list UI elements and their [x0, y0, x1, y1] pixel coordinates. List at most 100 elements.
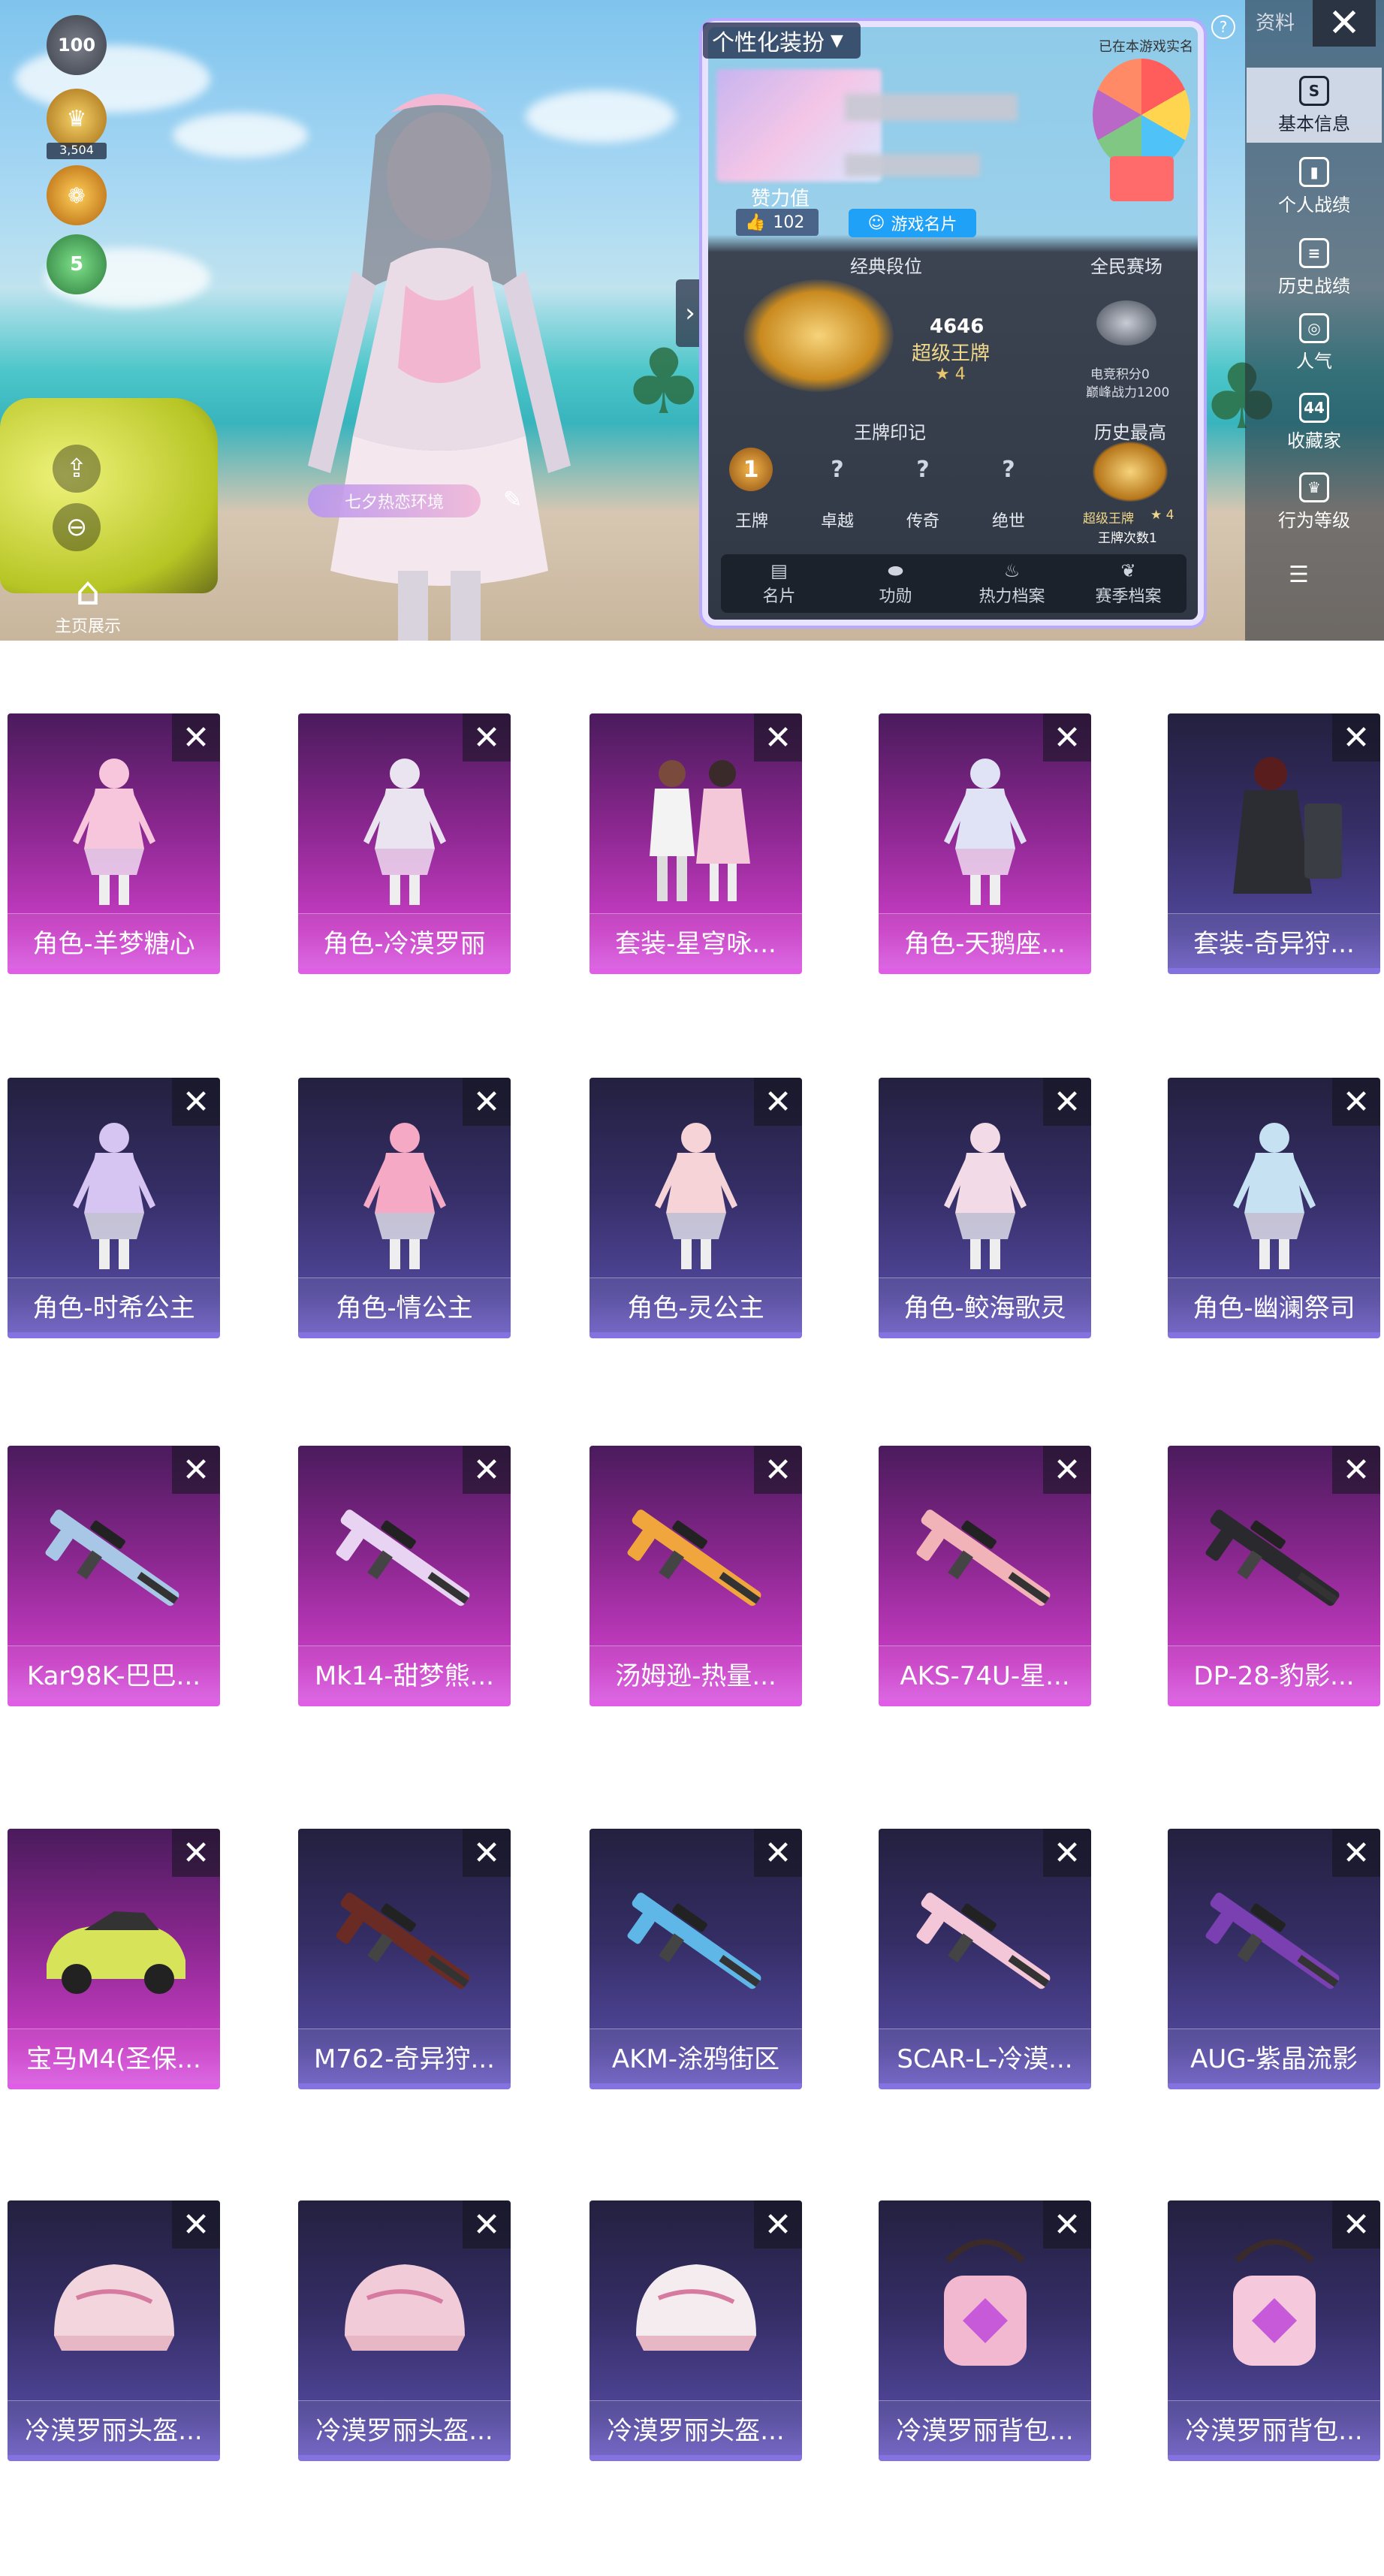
item-tile[interactable]: ✕ 宝马M4(圣保...: [8, 1829, 220, 2089]
cloud: [15, 45, 210, 113]
item-tile[interactable]: ✕ 套装-奇异狩...: [1168, 713, 1380, 974]
nav-basic-info[interactable]: S 基本信息: [1247, 68, 1382, 143]
remove-item-button[interactable]: ✕: [463, 1829, 511, 1877]
document-icon: ≡: [1299, 237, 1329, 268]
nav-label: 基本信息: [1278, 113, 1350, 134]
nav-personal-record[interactable]: ▮ 个人战绩: [1247, 149, 1382, 224]
helmet-preview-icon: [635, 2264, 756, 2351]
item-tile[interactable]: ✕ 冷漠罗丽头盔...: [589, 2200, 802, 2461]
item-tile[interactable]: ✕ SCAR-L-冷漠...: [879, 1829, 1091, 2089]
menu-icon[interactable]: ☰: [1289, 562, 1309, 588]
level-badge[interactable]: 100: [47, 15, 107, 75]
duo-preview-icon: [649, 760, 750, 901]
item-tile[interactable]: ✕ 汤姆逊-热量...: [589, 1446, 802, 1706]
nav-collector[interactable]: 44 收藏家: [1247, 385, 1382, 460]
likes-counter[interactable]: 👍 102: [736, 209, 819, 236]
item-tile[interactable]: ✕ Kar98K-巴巴...: [8, 1446, 220, 1706]
edit-icon[interactable]: ✎: [503, 487, 522, 513]
close-button[interactable]: ✕: [1313, 0, 1376, 47]
ace-mark-badge-icon[interactable]: 1: [729, 448, 773, 491]
honor-wreath-icon[interactable]: ❁: [47, 165, 107, 225]
remove-item-button[interactable]: ✕: [1332, 713, 1380, 762]
item-tile[interactable]: ✕ 角色-天鹅座...: [879, 713, 1091, 974]
excellence-mark-badge-icon[interactable]: ?: [816, 448, 859, 491]
remove-item-button[interactable]: ✕: [463, 1446, 511, 1494]
customize-dropdown[interactable]: 个性化装扮 ▼: [703, 23, 861, 59]
remove-item-button[interactable]: ✕: [463, 2200, 511, 2249]
item-tile[interactable]: ✕ M762-奇异狩...: [298, 1829, 511, 2089]
remove-item-button[interactable]: ✕: [1043, 1078, 1091, 1126]
tab-heat-archive[interactable]: ♨ 热力档案: [954, 554, 1070, 613]
remove-item-button[interactable]: ✕: [754, 2200, 802, 2249]
help-icon[interactable]: ?: [1211, 15, 1235, 39]
profile-banner: ♣ ♣ 100 ♛ 3,504 ❁ 5 ⇪ ⊖ ⌂ 主页展示 七夕热恋环境 ✎ …: [0, 0, 1384, 641]
remove-item-button[interactable]: ✕: [1332, 1078, 1380, 1126]
remove-item-button[interactable]: ✕: [1332, 2200, 1380, 2249]
remove-item-button[interactable]: ✕: [172, 1829, 220, 1877]
item-tile[interactable]: ✕ 角色-鲛海歌灵: [879, 1078, 1091, 1338]
peerless-mark-badge-icon[interactable]: ?: [987, 448, 1030, 491]
nav-history-record[interactable]: ≡ 历史战绩: [1247, 230, 1382, 305]
rifle-preview-icon: [916, 1510, 1050, 1606]
remove-item-button[interactable]: ✕: [754, 1446, 802, 1494]
remove-item-button[interactable]: ✕: [1043, 1829, 1091, 1877]
history-high-emblem-icon[interactable]: [1093, 442, 1168, 502]
share-icon[interactable]: ⇪: [53, 445, 101, 493]
remove-item-button[interactable]: ✕: [1043, 1446, 1091, 1494]
item-tile[interactable]: ✕ 冷漠罗丽背包...: [879, 2200, 1091, 2461]
item-tile[interactable]: ✕ 套装-星穹咏...: [589, 713, 802, 974]
item-tile[interactable]: ✕ 角色-情公主: [298, 1078, 511, 1338]
home-icon: ⌂: [75, 569, 101, 614]
character-nametag: 七夕热恋环境: [308, 484, 481, 517]
rank-crest-icon[interactable]: ♛: [47, 89, 107, 149]
remove-item-button[interactable]: ✕: [172, 1078, 220, 1126]
character-preview-icon: [363, 1123, 446, 1269]
home-display-button[interactable]: ⌂ 主页展示: [47, 571, 129, 637]
item-tile[interactable]: ✕ 冷漠罗丽头盔...: [298, 2200, 511, 2461]
item-tile[interactable]: ✕ DP-28-豹影...: [1168, 1446, 1380, 1706]
legend-mark-badge-icon[interactable]: ?: [901, 448, 945, 491]
remove-item-button[interactable]: ✕: [463, 713, 511, 762]
item-tile[interactable]: ✕ 冷漠罗丽背包...: [1168, 2200, 1380, 2461]
remove-item-button[interactable]: ✕: [172, 1446, 220, 1494]
item-tile[interactable]: ✕ 角色-冷漠罗丽: [298, 713, 511, 974]
arena-emblem-icon[interactable]: [1096, 300, 1156, 345]
item-tile[interactable]: ✕ 角色-灵公主: [589, 1078, 802, 1338]
item-tile[interactable]: ✕ 冷漠罗丽头盔...: [8, 2200, 220, 2461]
remove-item-button[interactable]: ✕: [754, 1078, 802, 1126]
remove-item-button[interactable]: ✕: [172, 713, 220, 762]
remove-item-button[interactable]: ✕: [754, 713, 802, 762]
remove-item-button[interactable]: ✕: [1043, 2200, 1091, 2249]
item-tile[interactable]: ✕ AUG-紫晶流影: [1168, 1829, 1380, 2089]
remove-item-button[interactable]: ✕: [1332, 1829, 1380, 1877]
profile-label: 资料: [1256, 12, 1295, 35]
tab-season-archive[interactable]: ❦ 赛季档案: [1070, 554, 1187, 613]
item-tile[interactable]: ✕ 角色-时希公主: [8, 1078, 220, 1338]
item-label: 角色-羊梦糖心: [8, 913, 220, 968]
collapse-panel-toggle[interactable]: ›: [676, 279, 704, 347]
item-tile[interactable]: ✕ Mk14-甜梦熊...: [298, 1446, 511, 1706]
item-tile[interactable]: ✕ AKS-74U-星...: [879, 1446, 1091, 1706]
remove-item-button[interactable]: ✕: [172, 2200, 220, 2249]
item-tile[interactable]: ✕ AKM-涂鸦街区: [589, 1829, 802, 2089]
backpack-preview-icon: [1232, 2239, 1316, 2366]
tab-merits[interactable]: ⬬ 功勋: [837, 554, 954, 613]
nav-popularity[interactable]: ◎ 人气: [1247, 305, 1382, 380]
remove-item-button[interactable]: ✕: [1043, 713, 1091, 762]
remove-item-button[interactable]: ✕: [1332, 1446, 1380, 1494]
item-tile[interactable]: ✕ 角色-幽澜祭司: [1168, 1078, 1380, 1338]
player-name-redacted: [845, 94, 1018, 121]
nav-behavior-level[interactable]: ♛ 行为等级: [1247, 464, 1382, 539]
item-tile[interactable]: ✕ 角色-羊梦糖心: [8, 713, 220, 974]
nav-label: 人气: [1296, 350, 1332, 372]
super-ace-emblem-icon[interactable]: [743, 279, 894, 392]
game-card-button[interactable]: ☺ 游戏名片: [849, 209, 976, 237]
item-label: 汤姆逊-热量...: [589, 1645, 802, 1700]
vip-level-badge[interactable]: 5: [47, 234, 107, 294]
tab-name-card[interactable]: ▤ 名片: [721, 554, 837, 613]
medal-icon: ⬬: [888, 560, 903, 581]
rank-stars: ★ 4: [935, 365, 966, 384]
remove-item-button[interactable]: ✕: [463, 1078, 511, 1126]
remove-item-button[interactable]: ✕: [754, 1829, 802, 1877]
zoom-out-icon[interactable]: ⊖: [53, 503, 101, 551]
